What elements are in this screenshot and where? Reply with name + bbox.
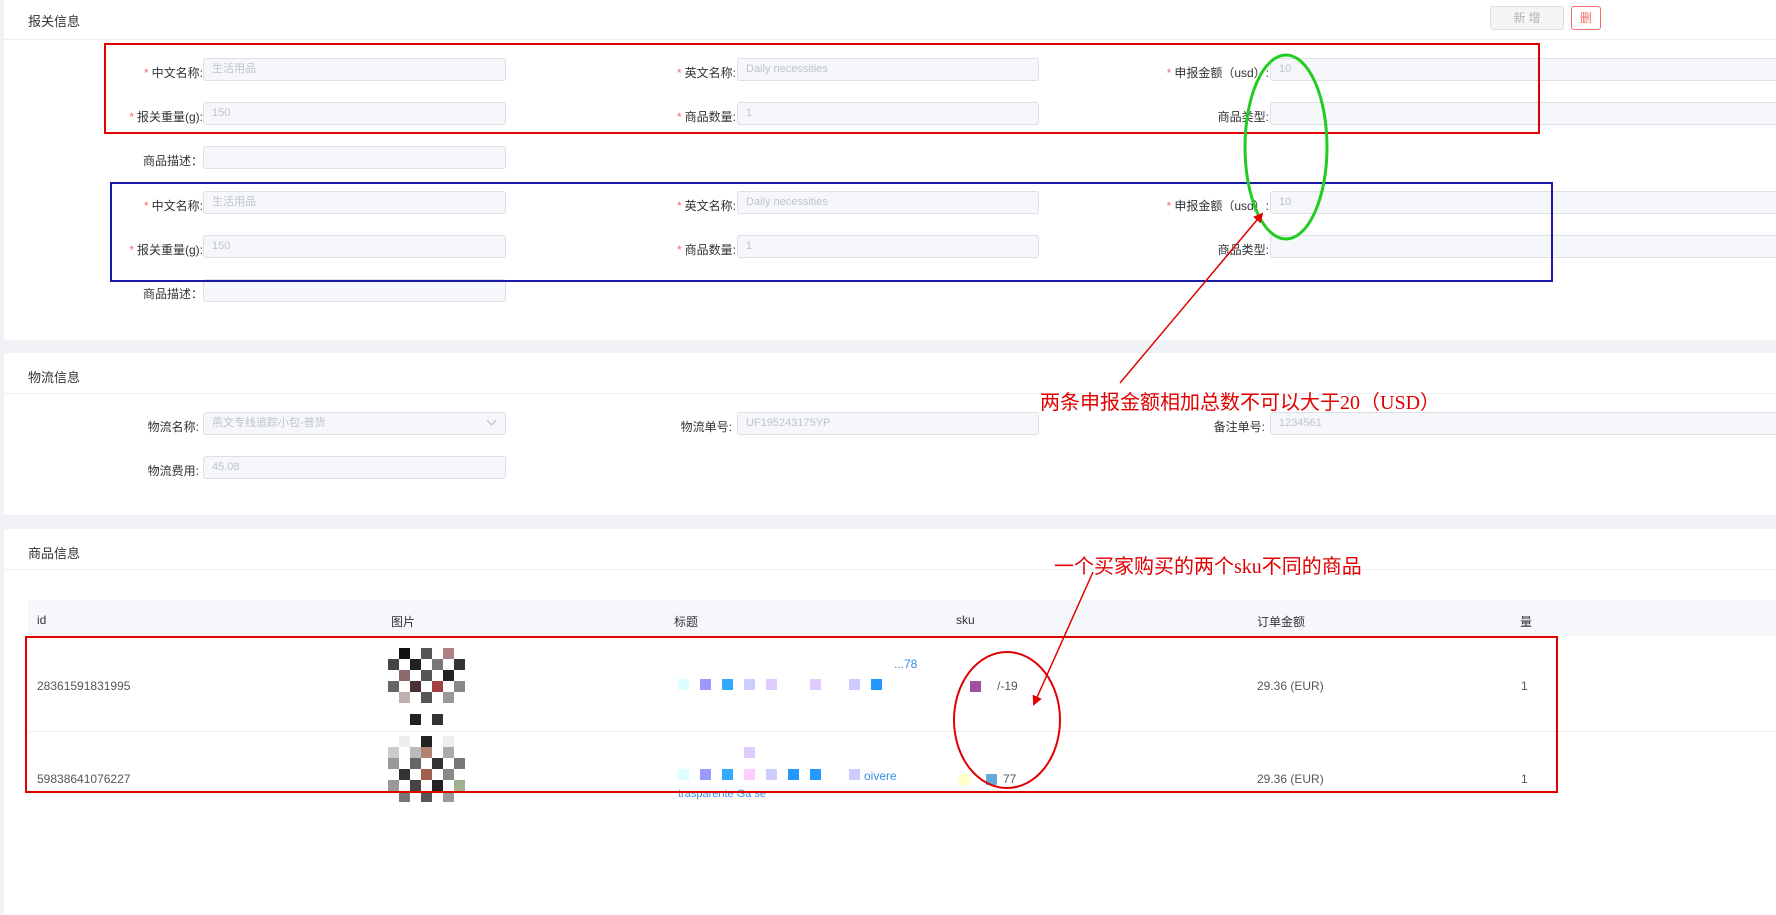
annotation-arrow-sku — [1032, 571, 1094, 706]
annotation-sum-note: 两条申报金额相加总数不可以大于20（USD） — [1040, 392, 1441, 414]
annotation-arrow-sum — [1119, 212, 1264, 384]
annotation-green-ellipse — [1243, 53, 1329, 241]
annotation-sku-note: 一个买家购买的两个sku不同的商品 — [1054, 556, 1362, 578]
annotation-red-ellipse — [953, 651, 1061, 789]
annotation-overlay — [953, 53, 1329, 789]
